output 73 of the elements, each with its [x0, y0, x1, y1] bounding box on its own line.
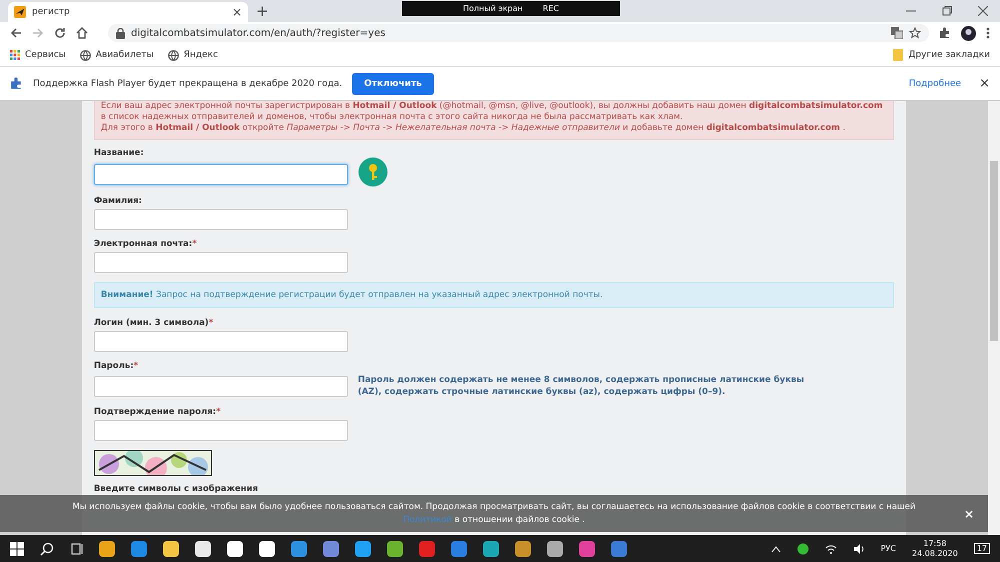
other-bookmarks[interactable]: Другие закладки: [893, 49, 990, 61]
input-field[interactable]: [94, 209, 348, 230]
apps-grid-icon: [10, 50, 20, 60]
home-icon[interactable]: [76, 27, 88, 39]
speaker-icon[interactable]: [852, 542, 865, 554]
chevron-up-icon[interactable]: [770, 544, 781, 552]
wifi-icon[interactable]: [824, 542, 837, 554]
notification-badge[interactable]: 17: [974, 543, 990, 554]
app-icon[interactable]: [482, 540, 500, 558]
field-label: Подтверждение пароля:*: [94, 407, 222, 417]
browser-tab[interactable]: регистр ×: [8, 2, 248, 22]
windows-start-icon[interactable]: [10, 542, 24, 556]
input-field[interactable]: [94, 376, 348, 396]
rec-button[interactable]: REC: [542, 4, 559, 13]
restore-icon[interactable]: [942, 6, 952, 16]
field-label: Электронная почта:*: [94, 239, 198, 249]
star-icon[interactable]: [909, 27, 921, 39]
app-icon[interactable]: [386, 540, 404, 558]
app-icon[interactable]: [258, 540, 276, 558]
more-link[interactable]: Подробнее: [908, 78, 962, 88]
close-tab-button[interactable]: ×: [232, 5, 242, 19]
key-icon[interactable]: [358, 157, 388, 187]
alert-text: Если ваш адрес электронной почты зарегистрирован в Hotmail / Outlook (@hotmail, @msn, @live, @outlook), вы должны добавить наш домен digitalcombatsimulator.com в список надежных отправителей и доменов, чтобы электронная почта с этого сайта никогда не была рассматривать как хлам.: [100, 101, 884, 123]
fullscreen-label[interactable]: Полный экран: [463, 4, 523, 13]
task-view-icon[interactable]: [70, 542, 84, 556]
field-label: Название:: [94, 148, 145, 158]
cookie-text: Мы используем файлы cookie, чтобы вам было удобнее пользоваться сайтом. Продолжая просматривать сайт, вы соглашаетесь на использование файлов cookie в соответствии с нашей Политикой в отношении файлов cookie .: [72, 500, 916, 526]
password-help-text: Пароль должен содержать не менее 8 символов, содержать прописные латинские буквы (AZ), содержать строчные латинские буквы (az), содержать цифры (0–9).: [358, 374, 806, 398]
input-field[interactable]: [94, 164, 348, 184]
field-label: Введите символы с изображения: [94, 484, 259, 494]
translate-icon[interactable]: [891, 27, 903, 39]
input-field[interactable]: [94, 252, 348, 273]
info-notice: Внимание! Запрос на подтверждение регистрации будет отправлен на указанный адрес электронной почты.: [94, 282, 894, 308]
folder-icon: [893, 49, 904, 61]
app-icon[interactable]: [514, 540, 532, 558]
app-icon[interactable]: [354, 540, 372, 558]
infobar-message: Поддержка Flash Player будет прекращена в декабре 2020 года.: [33, 78, 342, 88]
app-icon[interactable]: [226, 540, 244, 558]
new-tab-button[interactable]: +: [248, 2, 277, 22]
scrollbar-thumb[interactable]: [990, 161, 998, 341]
app-icon[interactable]: [546, 540, 564, 558]
bookmark[interactable]: Авиабилеты: [80, 50, 154, 60]
input-field[interactable]: [94, 331, 348, 352]
avatar-icon[interactable]: [961, 26, 976, 40]
back-icon[interactable]: [10, 27, 22, 39]
language-indicator[interactable]: РУС: [880, 544, 896, 553]
plane-icon: [14, 6, 26, 18]
menu-icon[interactable]: [986, 27, 990, 39]
reload-icon[interactable]: [54, 27, 66, 39]
lock-icon: [116, 28, 125, 38]
puzzle-icon[interactable]: [939, 27, 951, 39]
globe-icon: [80, 50, 91, 60]
close-infobar-button[interactable]: ×: [979, 76, 990, 91]
field-label: Фамилия:: [94, 196, 143, 206]
globe-icon: [168, 50, 179, 60]
field-label: Логин (мин. 3 символа)*: [94, 318, 214, 328]
app-icon[interactable]: [98, 540, 116, 558]
search-icon[interactable]: [40, 542, 54, 556]
bookmark[interactable]: Сервисы: [10, 50, 66, 60]
tab-title: регистр: [32, 7, 71, 17]
address-field[interactable]: digitalcombatsimulator.com/en/auth/?register=yes: [108, 24, 929, 42]
alert-text: Для этого в Hotmail / Outlook откройте Параметры -> Почта -> Нежелательная почта -> Надежные отправители и добавьте домен digitalcombatsimulator.com .: [100, 123, 846, 134]
field-label: Пароль:*: [94, 361, 140, 371]
close-icon[interactable]: [978, 6, 988, 16]
puzzle-icon: [10, 77, 23, 90]
app-icon[interactable]: [162, 540, 180, 558]
clock[interactable]: 17:58 24.08.2020: [912, 538, 958, 558]
status-dot-icon[interactable]: [796, 542, 809, 554]
input-field[interactable]: [94, 420, 348, 441]
disable-button[interactable]: Отключить: [352, 72, 434, 94]
close-cookie-button[interactable]: ×: [964, 506, 974, 520]
app-icon[interactable]: [194, 540, 212, 558]
bookmark[interactable]: Яндекс: [168, 50, 218, 60]
